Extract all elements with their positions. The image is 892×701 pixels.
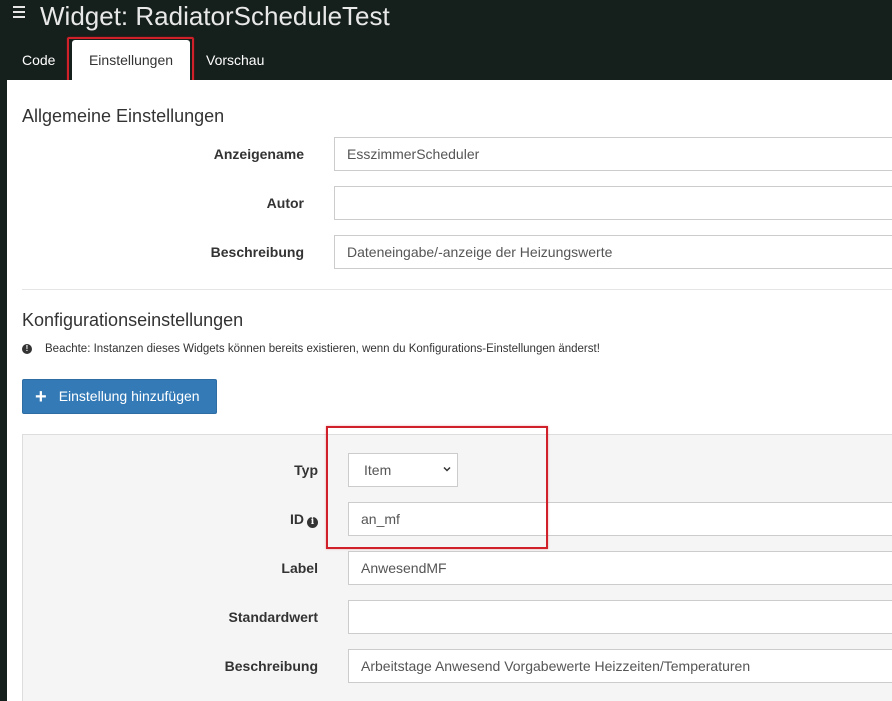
- autor-label: Autor: [266, 195, 304, 211]
- label-label: Label: [281, 560, 318, 576]
- setting-beschreibung-input[interactable]: Arbeitstage Anwesend Vorgabewerte Heizze…: [348, 649, 892, 683]
- anzeigename-label: Anzeigename: [213, 146, 304, 162]
- typ-label: Typ: [294, 462, 318, 478]
- plus-icon: +: [35, 386, 47, 408]
- tab-vorschau[interactable]: Vorschau: [196, 43, 274, 81]
- label-input[interactable]: AnwesendMF: [348, 551, 892, 585]
- page-title: Widget: RadiatorScheduleTest: [40, 1, 390, 31]
- typ-id-highlight-annotation: [326, 426, 548, 549]
- setting-beschreibung-label: Beschreibung: [224, 658, 318, 674]
- config-settings-heading: Konfigurationseinstellungen: [22, 310, 244, 330]
- left-strip: [0, 80, 7, 701]
- info-icon[interactable]: i: [307, 517, 318, 528]
- hamburger-icon[interactable]: [13, 6, 27, 20]
- exclamation-icon: !: [22, 344, 32, 354]
- add-setting-label: Einstellung hinzufügen: [58, 388, 200, 404]
- standardwert-label: Standardwert: [228, 609, 318, 625]
- tab-code[interactable]: Code: [12, 43, 65, 81]
- anzeigename-input[interactable]: EsszimmerScheduler: [334, 137, 892, 171]
- tab-einstellungen[interactable]: Einstellungen: [72, 40, 190, 81]
- config-warning-text: Beachte: Instanzen dieses Widgets können…: [45, 343, 600, 355]
- standardwert-input[interactable]: [348, 600, 892, 634]
- id-label-text: ID: [290, 511, 304, 527]
- config-warning: ! Beachte: Instanzen dieses Widgets könn…: [22, 343, 600, 355]
- settings-content: Allgemeine Einstellungen Anzeigename Ess…: [7, 80, 892, 701]
- section-divider: [22, 289, 892, 290]
- autor-input[interactable]: [334, 186, 892, 220]
- beschreibung-input[interactable]: Dateneingabe/-anzeige der Heizungswerte: [334, 235, 892, 269]
- id-label: ID i: [207, 511, 318, 528]
- add-setting-button[interactable]: + Einstellung hinzufügen: [22, 379, 217, 414]
- beschreibung-label: Beschreibung: [210, 244, 304, 260]
- general-settings-heading: Allgemeine Einstellungen: [22, 106, 225, 126]
